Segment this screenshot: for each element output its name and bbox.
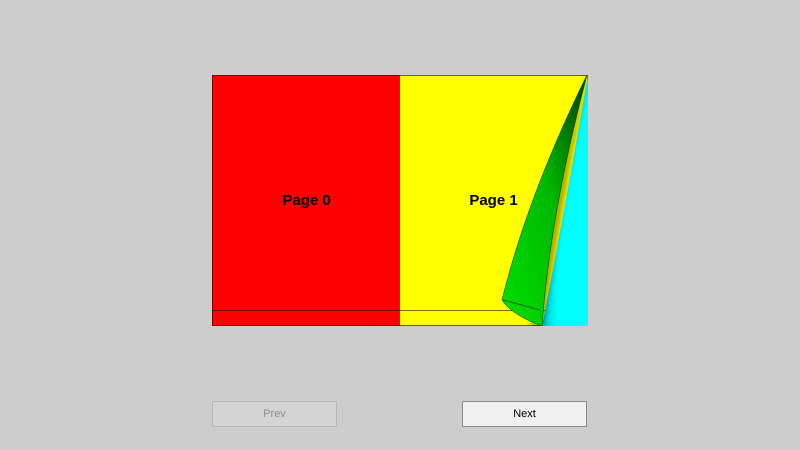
page-0[interactable]: Page 0	[212, 75, 400, 326]
page-0-label: Page 0	[282, 191, 331, 209]
prev-button[interactable]: Prev	[212, 401, 337, 427]
page-1-label: Page 1	[469, 191, 518, 209]
flipbook[interactable]: Page 0 Page 1	[212, 75, 588, 326]
page-1[interactable]: Page 1	[400, 75, 588, 326]
next-button[interactable]: Next	[462, 401, 587, 427]
flipbook-stage: Page 0 Page 1 Prev Next	[0, 0, 800, 450]
